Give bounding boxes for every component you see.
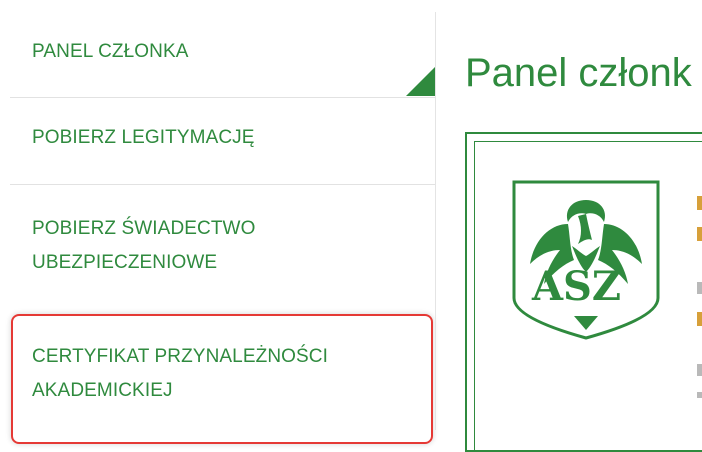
sidebar-nav: PANEL CZŁONKA POBIERZ LEGITYMACJĘ POBIER… — [10, 0, 436, 444]
sidebar-item-certyfikat[interactable]: CERTYFIKAT PRZYNALEŻNOŚCI AKADEMICKIEJ — [10, 340, 435, 408]
svg-text:ASZ: ASZ — [531, 263, 621, 310]
text-fragment — [697, 227, 702, 241]
text-fragment — [697, 392, 702, 398]
asz-logo-icon: ASZ — [512, 180, 660, 340]
sidebar-item-label: UBEZPIECZENIOWE — [32, 252, 218, 273]
active-indicator-icon — [406, 66, 436, 96]
divider — [10, 184, 435, 185]
sidebar-item-label: PANEL CZŁONKA — [32, 41, 189, 62]
sidebar-divider — [435, 12, 436, 430]
sidebar-item-pobierz-legitymacje[interactable]: POBIERZ LEGITYMACJĘ — [10, 121, 435, 155]
sidebar-item-label: POBIERZ ŚWIADECTWO — [32, 218, 256, 239]
text-fragment — [697, 196, 702, 210]
sidebar-item-panel-czlonka[interactable]: PANEL CZŁONKA — [10, 35, 435, 69]
page-title: Panel członk — [465, 51, 692, 95]
text-fragment — [697, 282, 702, 294]
text-fragment — [697, 312, 702, 326]
text-fragment — [697, 364, 702, 376]
sidebar-item-label: AKADEMICKIEJ — [32, 380, 173, 401]
divider — [10, 97, 435, 98]
sidebar-item-label: POBIERZ LEGITYMACJĘ — [32, 127, 255, 148]
sidebar-item-label: CERTYFIKAT PRZYNALEŻNOŚCI — [32, 346, 328, 367]
sidebar-item-pobierz-swiadectwo[interactable]: POBIERZ ŚWIADECTWO UBEZPIECZENIOWE — [10, 212, 435, 280]
